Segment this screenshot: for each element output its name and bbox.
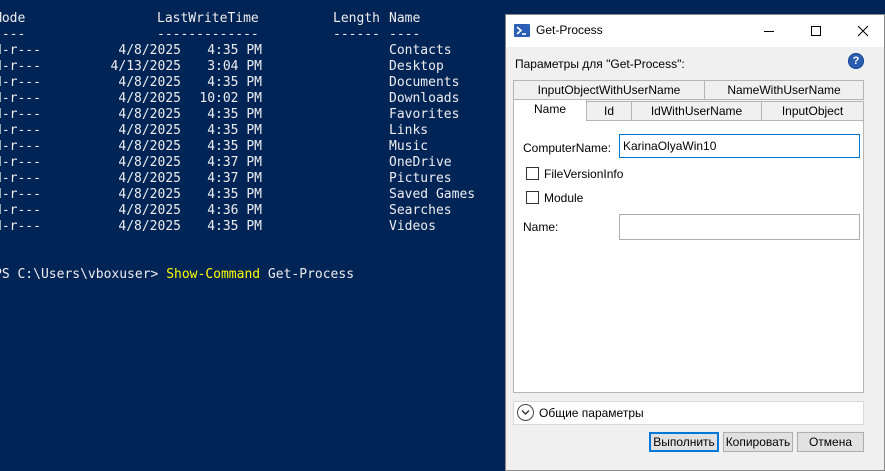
close-button[interactable] (840, 15, 885, 47)
separator-mode: ---- (0, 27, 26, 42)
row-mode: d-r--- (0, 123, 41, 138)
minimize-icon (764, 31, 774, 32)
console-prompt-line: PS C:\Users\vboxuser> Show-Command Get-P… (0, 267, 354, 283)
row-date: 4/8/2025 (118, 219, 181, 234)
fileversioninfo-label: FileVersionInfo (544, 167, 624, 181)
computername-input[interactable] (619, 134, 860, 158)
tab-namewithusername[interactable]: NameWithUserName (704, 80, 864, 100)
row-mode: d-r--- (0, 171, 41, 186)
row-mode: d-r--- (0, 107, 41, 122)
row-time: 4:35 PM (207, 43, 262, 58)
row-name: Documents (389, 75, 460, 90)
common-parameters-label: Общие параметры (539, 406, 644, 420)
row-time: 4:35 PM (207, 123, 262, 138)
header-lastwritetime: LastWriteTime (157, 11, 259, 26)
maximize-button[interactable] (793, 15, 839, 47)
module-checkbox[interactable] (526, 191, 539, 204)
tab-inputobjectwithusername[interactable]: InputObjectWithUserName (513, 80, 705, 100)
name-label: Name: (523, 220, 559, 234)
tab-name[interactable]: Name (513, 99, 587, 121)
row-mode: d-r--- (0, 75, 41, 90)
row-date: 4/13/2025 (110, 59, 181, 74)
row-mode: d-r--- (0, 155, 41, 170)
row-time: 4:35 PM (207, 187, 262, 202)
row-name: Contacts (389, 43, 452, 58)
row-date: 4/8/2025 (118, 155, 181, 170)
row-time: 4:35 PM (207, 75, 262, 90)
row-name: Downloads (389, 91, 460, 106)
row-date: 4/8/2025 (118, 171, 181, 186)
row-time: 4:37 PM (207, 155, 262, 170)
separator-length: ------ (333, 27, 380, 42)
header-name: Name (389, 11, 421, 26)
dialog-title: Get-Process (536, 23, 603, 37)
common-parameters-expander[interactable]: Общие параметры (513, 401, 864, 425)
separator-name: ---- (389, 27, 421, 42)
row-name: Saved Games (389, 187, 476, 202)
copy-button[interactable]: Копировать (723, 432, 793, 452)
row-name: OneDrive (389, 155, 452, 170)
row-date: 4/8/2025 (118, 187, 181, 202)
row-mode: d-r--- (0, 139, 41, 154)
chevron-down-icon[interactable] (517, 404, 534, 421)
run-button[interactable]: Выполнить (649, 432, 719, 452)
row-name: Pictures (389, 171, 452, 186)
row-mode: d-r--- (0, 43, 41, 58)
name-input[interactable] (619, 214, 860, 240)
row-time: 4:35 PM (207, 139, 262, 154)
row-mode: d-r--- (0, 203, 41, 218)
minimize-button[interactable] (746, 15, 792, 47)
row-mode: d-r--- (0, 187, 41, 202)
separator-lastwritetime: ------------- (157, 27, 259, 42)
tab-panel-name: ComputerName: FileVersionInfo Module Nam… (513, 120, 864, 393)
maximize-icon (811, 26, 821, 36)
row-name: Videos (389, 219, 436, 234)
command-name: Show-Command (166, 267, 261, 282)
prompt-text: PS C:\Users\vboxuser> (0, 267, 167, 282)
row-date: 4/8/2025 (118, 91, 181, 106)
row-time: 10:02 PM (199, 91, 262, 106)
row-time: 4:35 PM (207, 219, 262, 234)
row-name: Searches (389, 203, 452, 218)
row-date: 4/8/2025 (118, 75, 181, 90)
tab-inputobject[interactable]: InputObject (761, 101, 864, 121)
row-mode: d-r--- (0, 219, 41, 234)
row-time: 4:36 PM (207, 203, 262, 218)
computername-label: ComputerName: (523, 141, 612, 155)
row-date: 4/8/2025 (118, 107, 181, 122)
tab-id[interactable]: Id (586, 101, 632, 121)
row-date: 4/8/2025 (118, 43, 181, 58)
row-name: Links (389, 123, 429, 138)
row-time: 4:37 PM (207, 171, 262, 186)
row-name: Music (389, 139, 429, 154)
row-name: Favorites (389, 107, 460, 122)
help-icon[interactable]: ? (848, 53, 864, 69)
dialog-titlebar[interactable]: Get-Process (506, 15, 884, 47)
cancel-button[interactable]: Отмена (797, 432, 864, 452)
tab-idwithusername[interactable]: IdWithUserName (631, 101, 762, 121)
row-mode: d-r--- (0, 91, 41, 106)
header-length: Length (333, 11, 380, 26)
row-time: 4:35 PM (207, 107, 262, 122)
module-label: Module (544, 191, 584, 205)
row-mode: d-r--- (0, 59, 41, 74)
command-argument: Get-Process (260, 267, 355, 282)
powershell-icon (514, 24, 530, 37)
row-date: 4/8/2025 (118, 123, 181, 138)
parameters-label: Параметры для "Get-Process": (515, 57, 685, 71)
header-mode: Mode (0, 11, 26, 26)
row-time: 3:04 PM (207, 59, 262, 74)
row-name: Desktop (389, 59, 444, 74)
row-date: 4/8/2025 (118, 139, 181, 154)
row-date: 4/8/2025 (118, 203, 181, 218)
show-command-dialog: Get-Process Параметры для "Get-Process":… (505, 14, 885, 471)
fileversioninfo-checkbox[interactable] (526, 167, 539, 180)
close-icon (857, 25, 869, 37)
